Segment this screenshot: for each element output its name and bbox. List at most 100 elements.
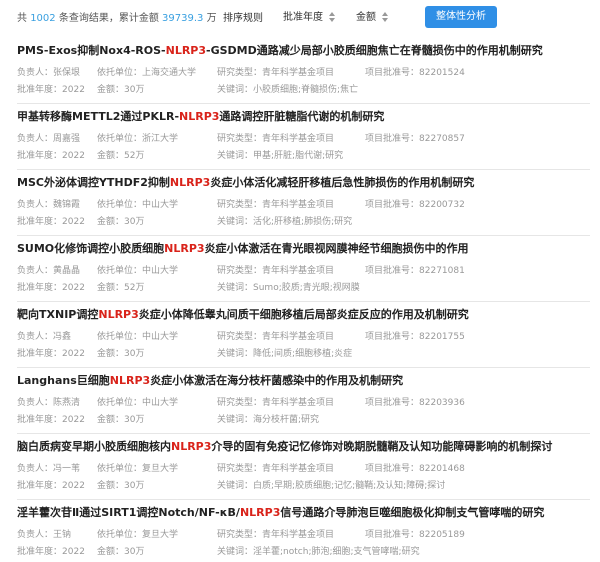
title-text: SUMO化修饰调控小胶质细胞: [17, 242, 165, 255]
amount-value: 52万: [124, 283, 145, 293]
approval-no-field: 项目批准号：82270857: [365, 131, 465, 144]
keywords-field: 关键词：降低;间质;细胞移植;炎症: [217, 346, 352, 359]
result-list: PMS-Exos抑制Nox4-ROS-NLRP3-GSDMD通路减少局部小胶质细…: [0, 38, 600, 562]
keywords-label: 关键词：: [217, 151, 254, 161]
title-text: Langhans巨细胞: [17, 374, 110, 387]
title-text: 脑白质病变早期小胶质细胞核内: [17, 440, 171, 453]
year-field: 批准年度：2022: [17, 82, 85, 95]
amount-field: 金额：30万: [97, 412, 144, 425]
sort-rule-label: 排序规则: [223, 13, 263, 24]
amount-label: 金额：: [97, 481, 125, 491]
leader-label: 负责人：: [17, 464, 54, 474]
sort-by-amount-button[interactable]: 金额: [356, 8, 389, 23]
total-amount: 39739.3: [162, 13, 204, 24]
unit-field: 依托单位：复旦大学: [97, 527, 178, 540]
title-text: 甲基转移酶METTL2通过PKLR-: [17, 110, 180, 123]
approval-no-field: 项目批准号：82205189: [365, 527, 465, 540]
amount-field: 金额：30万: [97, 214, 144, 227]
keywords-label: 关键词：: [217, 217, 254, 227]
title-highlight: NLRP3: [169, 176, 211, 189]
result-title-link[interactable]: MSC外泌体调控YTHDF2抑制NLRP3炎症小体活化减轻肝移植后急性肺损伤的作…: [17, 174, 597, 190]
approval-no-value: 82203936: [419, 398, 465, 408]
keywords-label: 关键词：: [217, 283, 254, 293]
result-title-link[interactable]: Langhans巨细胞NLRP3炎症小体激活在海分枝杆菌感染中的作用及机制研究: [17, 372, 597, 388]
approval-no-field: 项目批准号：82200732: [365, 197, 465, 210]
approval-no-label: 项目批准号：: [365, 332, 420, 342]
unit-label: 依托单位：: [97, 332, 143, 342]
leader-field: 负责人：冯鑫: [17, 329, 71, 342]
leader-field: 负责人：魏锦霞: [17, 197, 80, 210]
result-item: 甲基转移酶METTL2通过PKLR-NLRP3通路调控肝脏糖脂代谢的机制研究负责…: [17, 104, 590, 170]
type-field: 研究类型：青年科学基金项目: [217, 461, 334, 474]
unit-label: 依托单位：: [97, 266, 143, 276]
approval-no-field: 项目批准号：82201468: [365, 461, 465, 474]
type-label: 研究类型：: [217, 266, 263, 276]
result-title-link[interactable]: 淫羊藿次苷Ⅱ通过SIRT1调控Notch/NF-κB/NLRP3信号通路介导肺泡…: [17, 504, 597, 520]
year-label: 批准年度：: [17, 217, 63, 227]
title-text: 炎症小体激活在海分枝杆菌感染中的作用及机制研究: [150, 374, 404, 387]
result-title-link[interactable]: PMS-Exos抑制Nox4-ROS-NLRP3-GSDMD通路减少局部小胶质细…: [17, 42, 597, 58]
title-highlight: NLRP3: [164, 242, 205, 255]
type-field: 研究类型：青年科学基金项目: [217, 263, 334, 276]
amount-label: 金额：: [97, 415, 125, 425]
approval-no-field: 项目批准号：82201755: [365, 329, 465, 342]
unit-label: 依托单位：: [97, 530, 143, 540]
unit-label: 依托单位：: [97, 134, 143, 144]
leader-value: 黄晶晶: [53, 266, 81, 276]
unit-field: 依托单位：中山大学: [97, 329, 178, 342]
leader-label: 负责人：: [17, 332, 54, 342]
year-label: 批准年度：: [17, 547, 63, 557]
overall-analysis-button[interactable]: 整体性分析: [425, 6, 497, 28]
title-highlight: NLRP3: [179, 110, 220, 123]
year-value: 2022: [62, 481, 85, 491]
type-label: 研究类型：: [217, 332, 263, 342]
amount-value: 30万: [124, 85, 145, 95]
leader-value: 周嘉强: [53, 134, 81, 144]
result-title-link[interactable]: 靶向TXNIP调控NLRP3炎症小体降低睾丸间质干细胞移植后局部炎症反应的作用及…: [17, 306, 597, 322]
unit-value: 中山大学: [142, 398, 179, 408]
title-text: MSC外泌体调控YTHDF2抑制: [17, 176, 170, 189]
sort-year-label: 批准年度: [283, 12, 323, 23]
sort-by-year-button[interactable]: 批准年度: [283, 8, 336, 23]
result-title-link[interactable]: 甲基转移酶METTL2通过PKLR-NLRP3通路调控肝脏糖脂代谢的机制研究: [17, 108, 597, 124]
keywords-value: 淫羊藿;notch;肺泡;细胞;支气管哮喘;研究: [253, 547, 420, 557]
amount-value: 30万: [124, 349, 145, 359]
title-text: PMS-Exos抑制Nox4-ROS-: [17, 44, 166, 57]
approval-no-value: 82201524: [419, 68, 465, 78]
result-item: SUMO化修饰调控小胶质细胞NLRP3炎症小体激活在青光眼视网膜神经节细胞损伤中…: [17, 236, 590, 302]
approval-no-label: 项目批准号：: [365, 464, 420, 474]
amount-label: 金额：: [97, 283, 125, 293]
year-value: 2022: [62, 547, 85, 557]
result-title-link[interactable]: 脑白质病变早期小胶质细胞核内NLRP3介导的固有免疫记忆修饰对晚期脱髓鞘及认知功…: [17, 438, 597, 454]
type-field: 研究类型：青年科学基金项目: [217, 329, 334, 342]
title-highlight: NLRP3: [109, 374, 151, 387]
keywords-value: 甲基;肝脏;脂代谢;研究: [253, 151, 344, 161]
amount-label: 金额：: [97, 217, 125, 227]
unit-field: 依托单位：浙江大学: [97, 131, 178, 144]
result-count: 1002: [30, 13, 56, 24]
title-highlight: NLRP3: [98, 308, 139, 321]
approval-no-field: 项目批准号：82271081: [365, 263, 465, 276]
result-title-link[interactable]: SUMO化修饰调控小胶质细胞NLRP3炎症小体激活在青光眼视网膜神经节细胞损伤中…: [17, 240, 597, 256]
unit-value: 浙江大学: [142, 134, 179, 144]
result-item: 脑白质病变早期小胶质细胞核内NLRP3介导的固有免疫记忆修饰对晚期脱髓鞘及认知功…: [17, 434, 590, 500]
approval-no-label: 项目批准号：: [365, 200, 420, 210]
title-text: 通路调控肝脏糖脂代谢的机制研究: [219, 110, 385, 123]
unit-field: 依托单位：上海交通大学: [97, 65, 196, 78]
year-field: 批准年度：2022: [17, 544, 85, 557]
leader-value: 冯鑫: [53, 332, 72, 342]
leader-label: 负责人：: [17, 266, 54, 276]
summary-prefix: 共: [17, 13, 27, 24]
type-value: 青年科学基金项目: [262, 200, 335, 210]
leader-label: 负责人：: [17, 134, 54, 144]
unit-value: 上海交通大学: [142, 68, 197, 78]
approval-no-label: 项目批准号：: [365, 530, 420, 540]
leader-label: 负责人：: [17, 398, 54, 408]
approval-no-value: 82201755: [419, 332, 465, 342]
year-label: 批准年度：: [17, 151, 63, 161]
results-toolbar: 共 1002 条查询结果，累计金额 39739.3 万 排序规则 批准年度 金额…: [0, 0, 600, 32]
leader-label: 负责人：: [17, 68, 54, 78]
keywords-value: Sumo;胶质;青光眼;视网膜: [253, 283, 360, 293]
title-highlight: NLRP3: [171, 440, 212, 453]
amount-value: 30万: [124, 481, 145, 491]
